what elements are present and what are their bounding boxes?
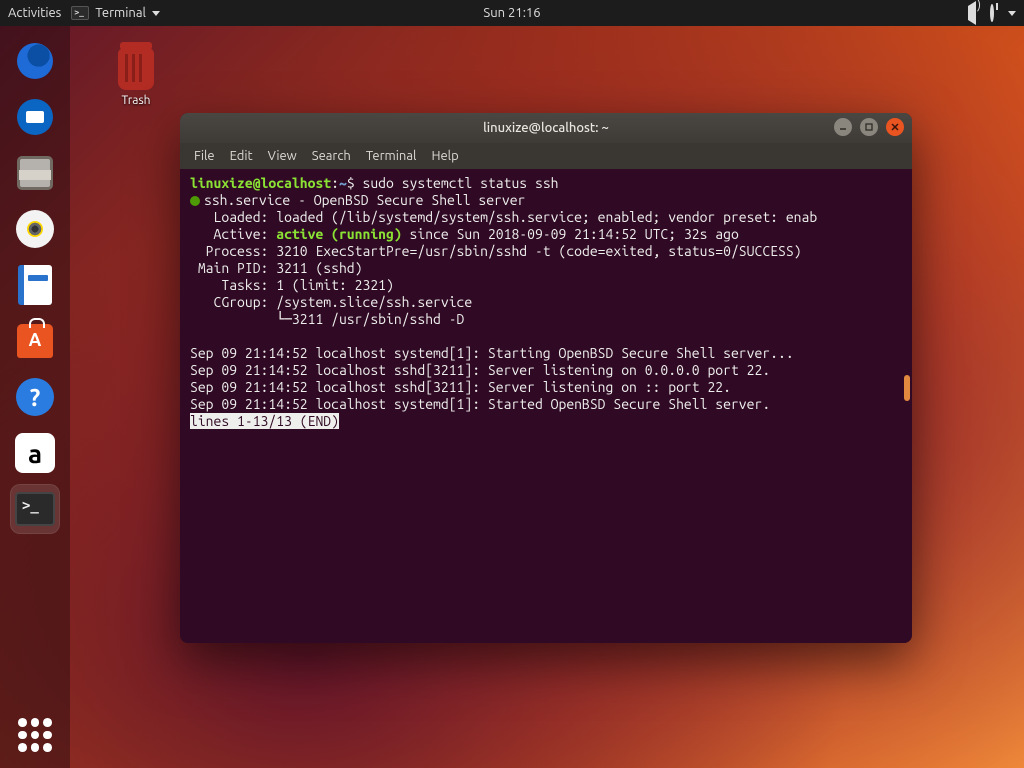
firefox-icon [17,43,53,79]
prompt-user: linuxize@localhost [190,175,331,191]
launcher-software[interactable] [10,316,60,366]
terminal-content[interactable]: linuxize@localhost:~$ sudo systemctl sta… [180,169,912,643]
menu-edit[interactable]: Edit [230,149,253,163]
launcher-files[interactable] [10,148,60,198]
software-icon [17,324,53,358]
active-status: active (running) [276,226,401,242]
desktop-trash[interactable]: Trash [104,48,168,107]
writer-icon [18,265,52,305]
thunderbird-icon [17,99,53,135]
clock[interactable]: Sun 21:16 [483,6,540,20]
top-panel: Activities Terminal Sun 21:16 [0,0,1024,26]
minimize-button[interactable] [834,118,852,136]
log-line: Sep 09 21:14:52 localhost sshd[3211]: Se… [190,379,731,395]
window-titlebar[interactable]: linuxize@localhost: ~ [180,113,912,143]
active-app-label: Terminal [95,6,146,20]
unit-line: ssh.service - OpenBSD Secure Shell serve… [204,192,525,208]
terminal-icon [71,6,89,20]
terminal-menubar: File Edit View Search Terminal Help [180,143,912,169]
launcher-writer[interactable] [10,260,60,310]
help-icon: ? [16,378,54,416]
prompt-path: ~ [339,175,347,191]
launcher-firefox[interactable] [10,36,60,86]
show-applications-button[interactable] [18,718,52,752]
activities-button[interactable]: Activities [8,6,61,20]
mainpid-line: Main PID: 3211 (sshd) [190,260,362,276]
chevron-down-icon[interactable] [1008,11,1016,16]
loaded-line: Loaded: loaded (/lib/systemd/system/ssh.… [190,209,817,225]
menu-search[interactable]: Search [312,149,351,163]
close-button[interactable] [886,118,904,136]
log-line: Sep 09 21:14:52 localhost systemd[1]: St… [190,396,770,412]
trash-label: Trash [104,94,168,107]
menu-help[interactable]: Help [431,149,458,163]
active-app-menu[interactable]: Terminal [71,6,160,20]
files-icon [17,156,53,190]
cgroup-line: CGroup: /system.slice/ssh.service [190,294,472,310]
menu-terminal[interactable]: Terminal [366,149,417,163]
pager-status: lines 1-13/13 (END) [190,413,339,429]
window-title: linuxize@localhost: ~ [483,121,609,135]
amazon-icon: a [15,433,55,473]
process-line: Process: 3210 ExecStartPre=/usr/sbin/ssh… [190,243,802,259]
menu-view[interactable]: View [268,149,297,163]
launcher-thunderbird[interactable] [10,92,60,142]
launcher-amazon[interactable]: a [10,428,60,478]
terminal-icon [15,492,55,526]
log-line: Sep 09 21:14:52 localhost sshd[3211]: Se… [190,362,770,378]
launcher-terminal[interactable] [10,484,60,534]
launcher-dock: ? a [0,26,70,768]
terminal-window: linuxize@localhost: ~ File Edit View Sea… [180,113,912,643]
command-text: sudo systemctl status ssh [363,175,559,191]
maximize-button[interactable] [860,118,878,136]
tasks-line: Tasks: 1 (limit: 2321) [190,277,394,293]
rhythmbox-icon [16,210,54,248]
chevron-down-icon [152,11,160,16]
trash-icon [118,48,154,90]
sound-icon[interactable] [968,6,976,20]
power-icon[interactable] [990,6,994,20]
launcher-help[interactable]: ? [10,372,60,422]
log-line: Sep 09 21:14:52 localhost systemd[1]: St… [190,345,794,361]
status-dot-icon [190,196,200,206]
menu-file[interactable]: File [194,149,215,163]
launcher-rhythmbox[interactable] [10,204,60,254]
cgroup-child-line: └─3211 /usr/sbin/sshd -D [190,311,464,327]
scrollbar-thumb[interactable] [904,375,910,401]
